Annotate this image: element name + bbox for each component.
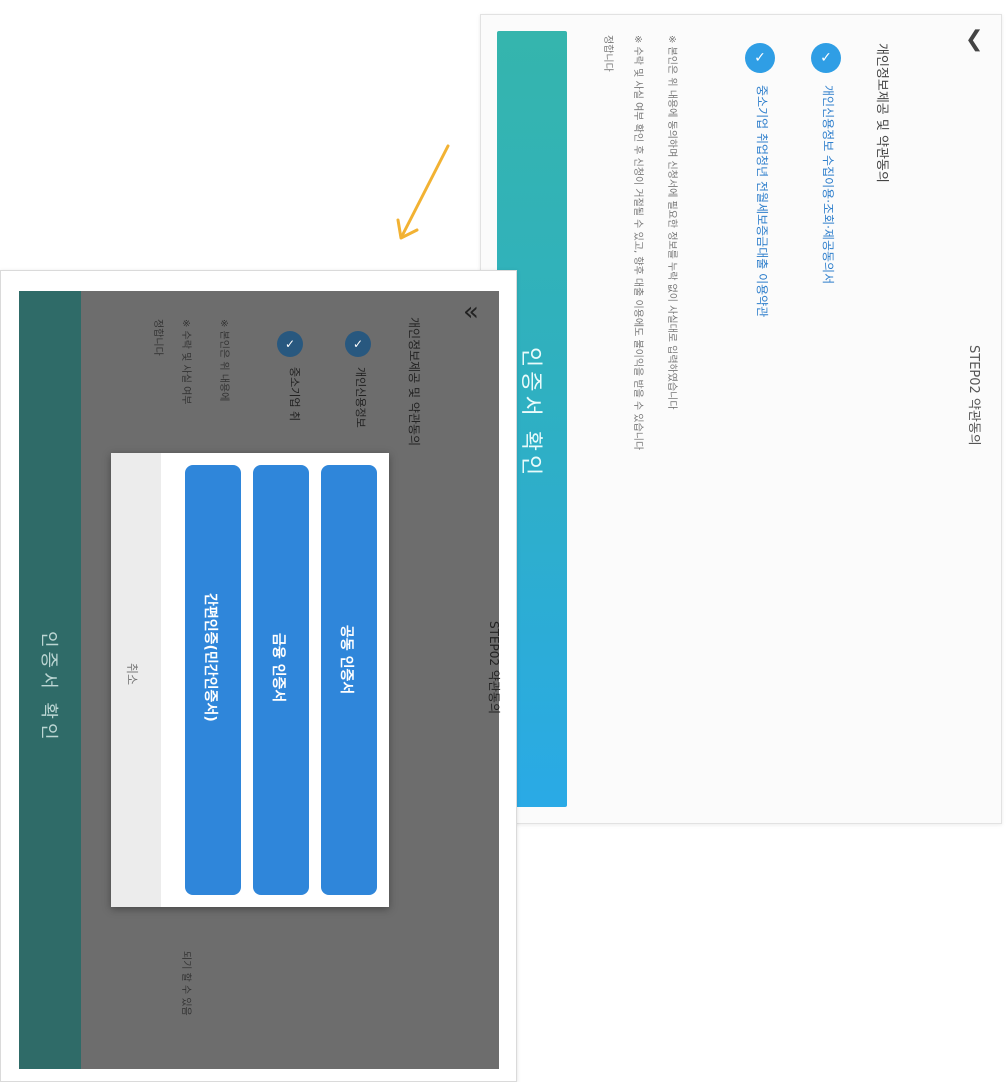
cancel-label: 취소 <box>125 663 139 686</box>
notice-text: 정합니다 <box>152 319 163 356</box>
financial-certificate-button[interactable]: 금융 인증서 <box>253 465 309 895</box>
section-title: 개인정보제공 및 약관동의 <box>874 43 889 183</box>
certificate-select-dialog: 공동 인증서 금융 인증서 간편인증(민간인증서) 취소 <box>111 453 389 907</box>
step-title: STEP02 약관동의 <box>487 621 501 715</box>
financial-certificate-label: 금융 인증서 <box>270 633 286 703</box>
notice-text: 정합니다 <box>602 35 613 72</box>
chevron-left-icon[interactable]: ❮ <box>965 29 983 51</box>
joint-certificate-button[interactable]: 공동 인증서 <box>321 465 377 895</box>
check-icon: ✓ <box>277 331 303 357</box>
annotation-arrow <box>396 144 450 240</box>
cancel-button[interactable]: 취소 <box>111 453 161 907</box>
certificate-confirm-button: 인증서 확인 <box>19 291 81 1069</box>
notice-text: ※ 본인은 위 내용에 동의하며 신청서에 필요한 정보를 누락 없이 사실대로… <box>666 35 677 410</box>
simple-auth-label: 간편인증(민간인증서) <box>202 593 218 722</box>
check-icon[interactable]: ✓ <box>745 43 775 73</box>
notice-text: ※ 수락 및 사실 여부 확인 후 신청이 거절될 수 있고, 향후 대출 이용… <box>632 35 643 451</box>
agree-item-label: 중소기업 취 <box>288 367 301 422</box>
check-icon[interactable]: ✓ <box>811 43 841 73</box>
agree-item-label[interactable]: 개인신용정보 수집이용·조회·제공동의서 <box>820 85 837 284</box>
notice-text: 되기 할 수 있음 <box>180 951 191 1016</box>
agree-item-label: 개인신용정보 <box>354 367 367 428</box>
joint-certificate-label: 공동 인증서 <box>338 625 354 695</box>
notice-text: ※ 본인은 위 내용에 <box>218 319 229 402</box>
check-icon: ✓ <box>345 331 371 357</box>
certificate-select-screen: STEP02 약관동의 개인정보제공 및 약관동의 ✓ 개인신용정보 ✓ 중소기… <box>0 270 517 1082</box>
simple-auth-button[interactable]: 간편인증(민간인증서) <box>185 465 241 895</box>
confirm-button-label: 인증서 확인 <box>518 347 543 480</box>
confirm-button-label: 인증서 확인 <box>38 631 59 744</box>
notice-text: ※ 수락 및 사실 여부 <box>180 319 191 405</box>
step-title: STEP02 약관동의 <box>966 345 981 446</box>
double-chevron-left-icon[interactable]: « <box>463 299 479 325</box>
section-title: 개인정보제공 및 약관동의 <box>407 317 421 447</box>
agree-item-label[interactable]: 중소기업 취업청년 전월세보증금대출 이용약관 <box>754 85 771 317</box>
terms-screen-background: 인증서 확인 ❮ STEP02 약관동의 개인정보제공 및 약관동의 ✓ 개인신… <box>480 14 1002 824</box>
